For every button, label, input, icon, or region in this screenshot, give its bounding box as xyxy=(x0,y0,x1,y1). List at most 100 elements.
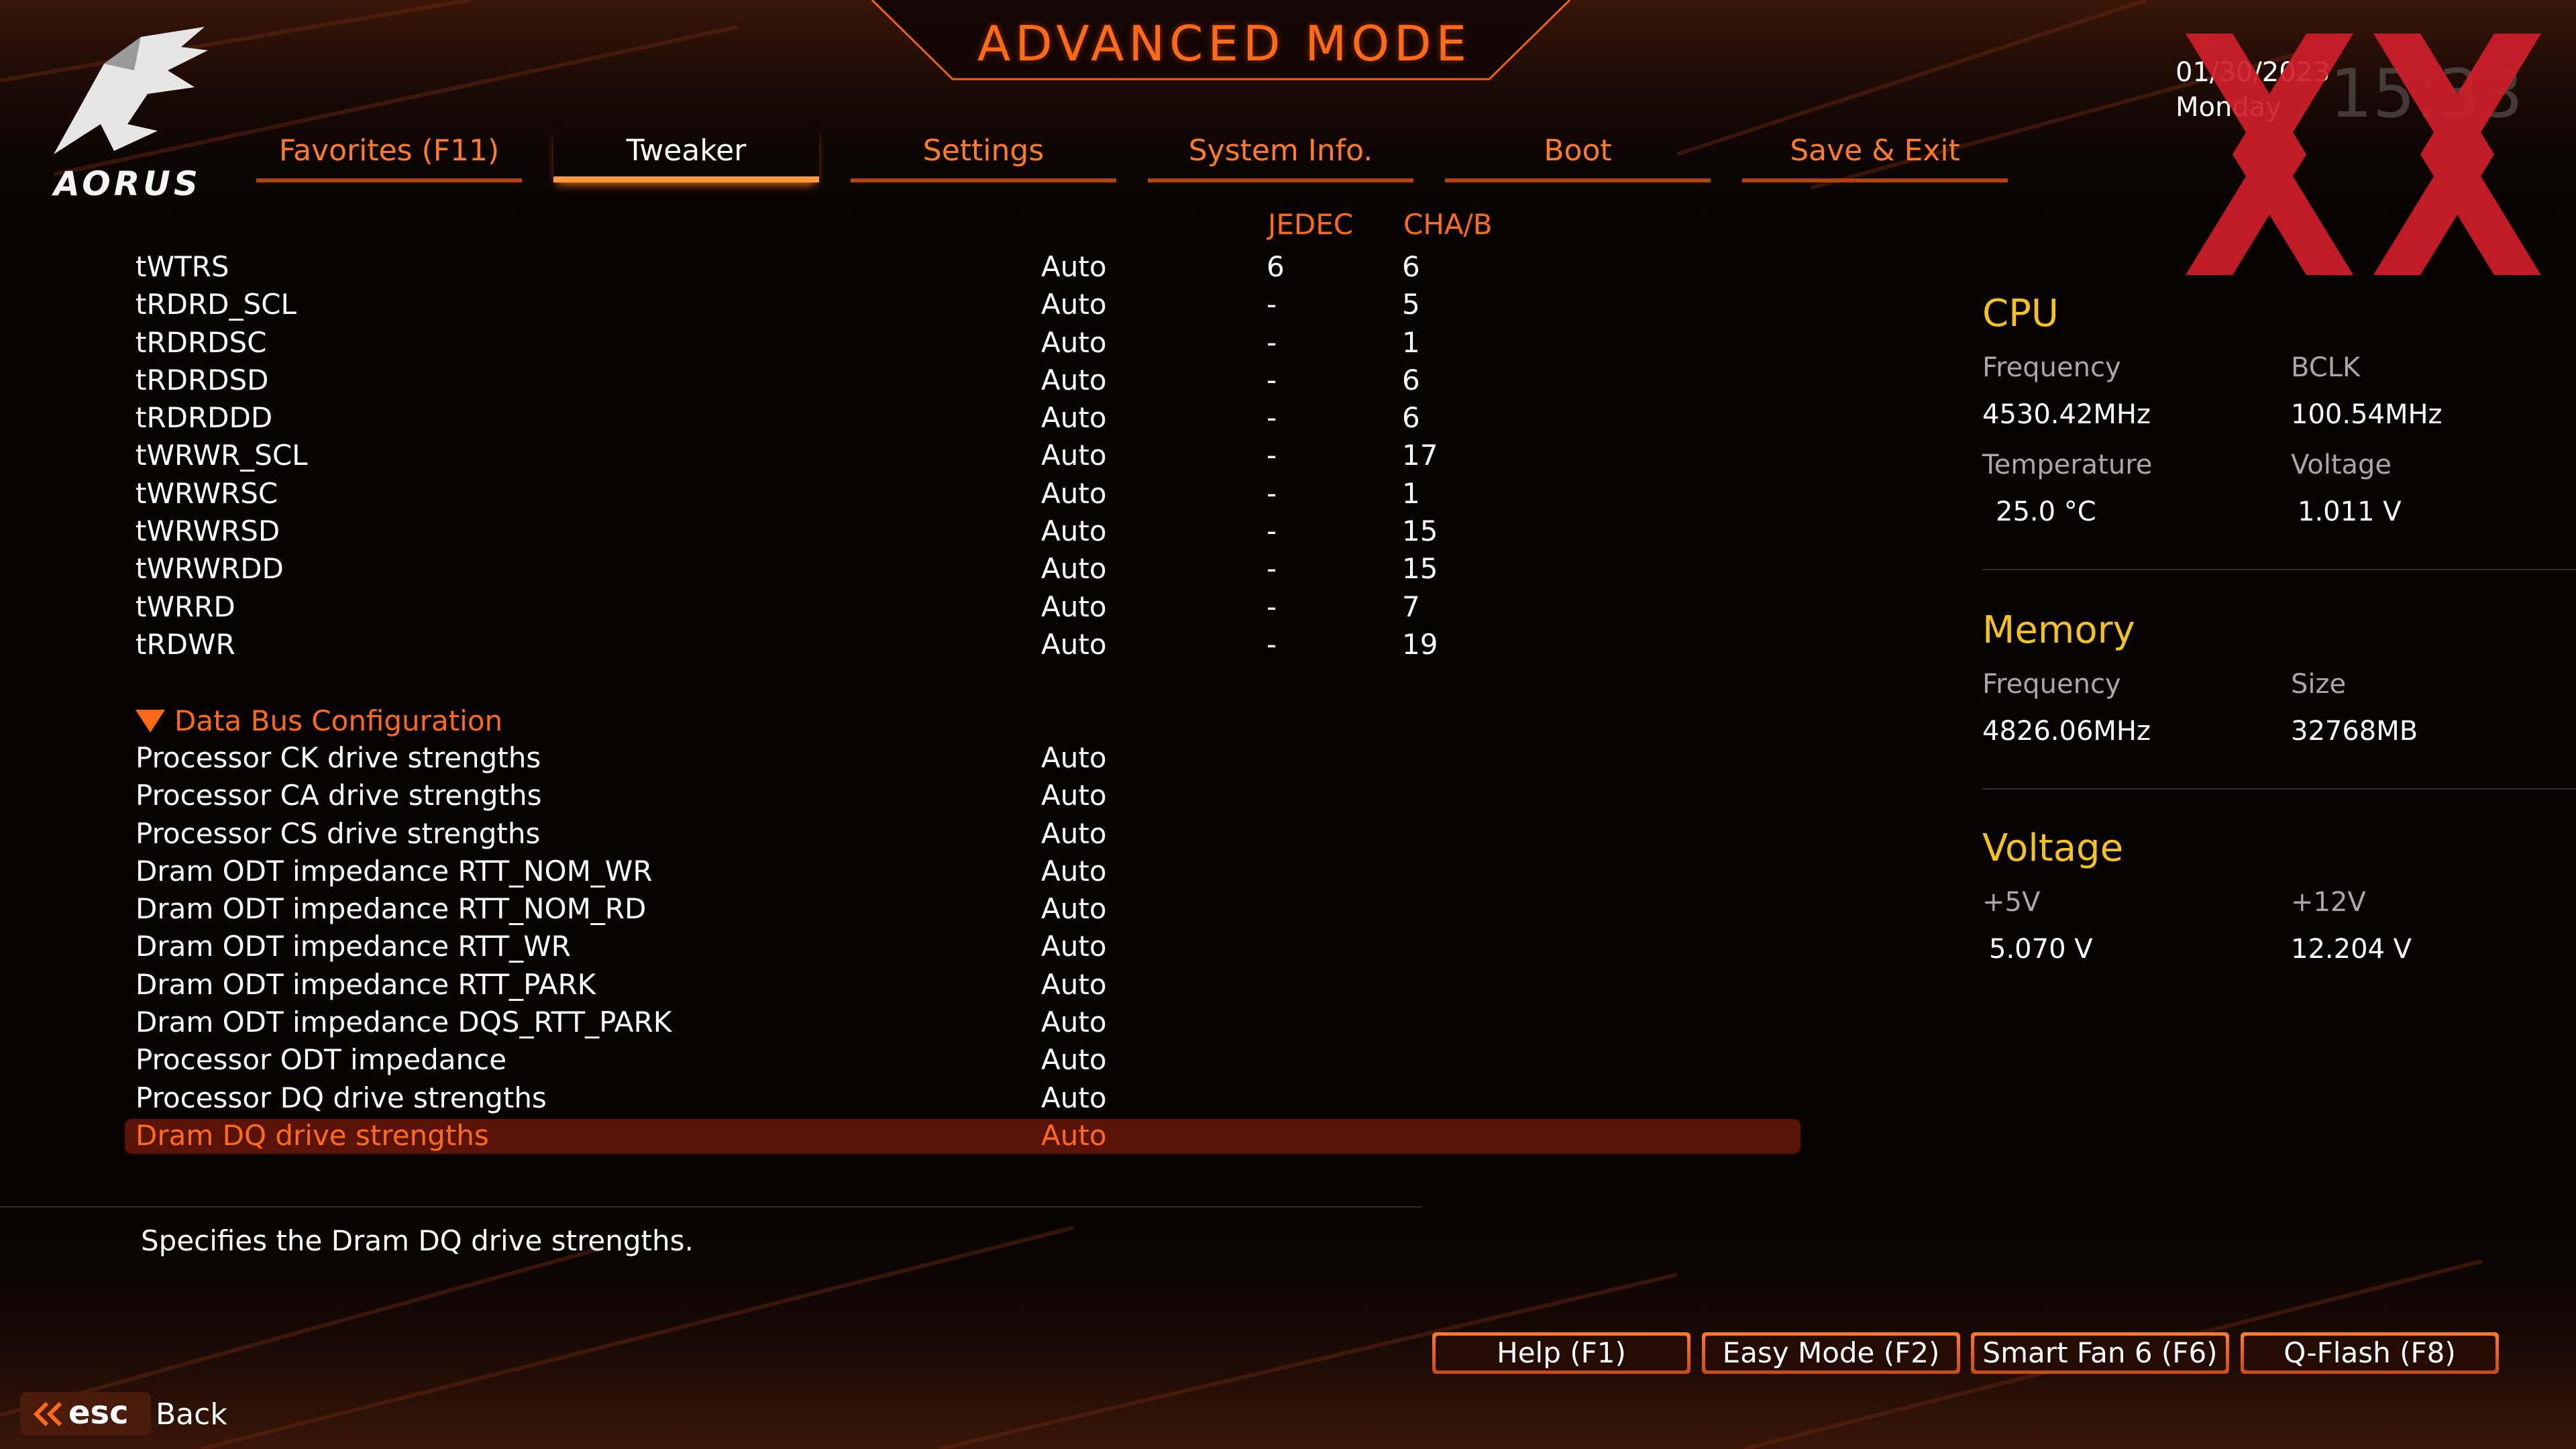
q-flash-button[interactable]: Q-Flash (F8) xyxy=(2241,1332,2499,1374)
smart-fan-button[interactable]: Smart Fan 6 (F6) xyxy=(1971,1332,2229,1374)
panel-divider xyxy=(1982,569,2576,570)
timing-row-twrwrsd[interactable]: tWRWRSD Auto - 15 xyxy=(0,513,1811,550)
timing-value[interactable]: Auto xyxy=(1041,513,1107,550)
aorus-logo: AORUS xyxy=(40,23,215,205)
timing-jedec: 6 xyxy=(1267,250,1285,283)
tab-settings[interactable]: Settings xyxy=(851,127,1116,182)
bus-item-name: Dram ODT impedance RTT_NOM_WR xyxy=(136,854,653,888)
timing-row-trdrdsc[interactable]: tRDRDSC Auto - 1 xyxy=(0,324,1811,362)
bus-item-value[interactable]: Auto xyxy=(1041,815,1107,853)
timing-row-trdrddd[interactable]: tRDRDDD Auto - 6 xyxy=(0,399,1811,437)
timing-jedec: - xyxy=(1267,439,1277,472)
bus-item-name: Processor CA drive strengths xyxy=(136,779,542,812)
memory-size-label: Size xyxy=(2291,669,2347,700)
watermark-xx-logo-icon xyxy=(2186,34,2541,275)
tab-bar: Favorites (F11) Tweaker Settings System … xyxy=(256,127,2014,184)
bus-item-name: Dram ODT impedance RTT_NOM_RD xyxy=(136,892,647,926)
bus-row-processor-ca[interactable]: Processor CA drive strengths Auto xyxy=(0,777,1811,814)
tab-save-exit[interactable]: Save & Exit xyxy=(1742,127,2008,182)
back-label[interactable]: Back xyxy=(156,1395,227,1435)
bus-item-value[interactable]: Auto xyxy=(1041,1117,1107,1155)
cpu-voltage-label: Voltage xyxy=(2291,449,2392,480)
bus-item-value[interactable]: Auto xyxy=(1041,1041,1107,1079)
smart-fan-button-label: Smart Fan 6 (F6) xyxy=(1974,1336,2226,1371)
help-divider xyxy=(0,1206,1422,1208)
timing-name: tWRRD xyxy=(136,590,235,623)
bus-row-processor-odt[interactable]: Processor ODT impedance Auto xyxy=(0,1041,1811,1079)
bus-row-rtt-nom-wr[interactable]: Dram ODT impedance RTT_NOM_WR Auto xyxy=(0,853,1811,890)
timing-value[interactable]: Auto xyxy=(1041,550,1107,588)
timing-value[interactable]: Auto xyxy=(1041,286,1107,323)
tab-tweaker[interactable]: Tweaker xyxy=(553,127,819,182)
timing-value[interactable]: Auto xyxy=(1041,324,1107,362)
bus-item-value[interactable]: Auto xyxy=(1041,1079,1107,1117)
timing-row-twrwr-scl[interactable]: tWRWR_SCL Auto - 17 xyxy=(0,437,1811,474)
bus-row-rtt-nom-rd[interactable]: Dram ODT impedance RTT_NOM_RD Auto xyxy=(0,890,1811,928)
timing-jedec: - xyxy=(1267,288,1277,321)
timing-value[interactable]: Auto xyxy=(1041,362,1107,399)
timing-cha-b: 5 xyxy=(1402,288,1420,321)
section-data-bus-configuration[interactable]: Data Bus Configuration xyxy=(136,701,502,741)
timing-jedec: - xyxy=(1267,476,1277,510)
timing-jedec: - xyxy=(1267,363,1277,396)
timing-value[interactable]: Auto xyxy=(1041,626,1107,663)
tab-favorites[interactable]: Favorites (F11) xyxy=(256,127,522,182)
timing-name: tRDRDDD xyxy=(136,401,273,435)
esc-button[interactable]: esc xyxy=(20,1392,151,1436)
voltage-5v-label: +5V xyxy=(1982,887,2041,918)
cpu-frequency-value: 4530.42MHz xyxy=(1982,399,2151,430)
bus-item-value[interactable]: Auto xyxy=(1041,853,1107,890)
tab-system-info[interactable]: System Info. xyxy=(1148,127,1413,182)
timing-value[interactable]: Auto xyxy=(1041,399,1107,437)
timing-cha-b: 1 xyxy=(1402,476,1420,510)
cpu-heading: CPU xyxy=(1982,292,2059,335)
bus-item-value[interactable]: Auto xyxy=(1041,890,1107,928)
tab-boot[interactable]: Boot xyxy=(1445,127,1711,182)
timing-cha-b: 1 xyxy=(1402,325,1420,359)
easy-mode-button[interactable]: Easy Mode (F2) xyxy=(1702,1332,1960,1374)
bus-row-dqs-rtt-park[interactable]: Dram ODT impedance DQS_RTT_PARK Auto xyxy=(0,1004,1811,1041)
timing-name: tWTRS xyxy=(136,250,229,283)
timing-row-twtrs[interactable]: tWTRS Auto 6 6 xyxy=(0,248,1811,286)
bus-item-value[interactable]: Auto xyxy=(1041,928,1107,965)
timing-jedec: - xyxy=(1267,552,1277,586)
collapse-triangle-icon xyxy=(136,709,165,733)
timing-value[interactable]: Auto xyxy=(1041,588,1107,626)
timing-jedec: - xyxy=(1267,627,1277,661)
bus-row-processor-dq[interactable]: Processor DQ drive strengths Auto xyxy=(0,1079,1811,1117)
section-label: Data Bus Configuration xyxy=(174,704,503,737)
bus-item-name: Processor CK drive strengths xyxy=(136,741,541,774)
bus-item-value[interactable]: Auto xyxy=(1041,1004,1107,1041)
timing-value[interactable]: Auto xyxy=(1041,248,1107,286)
timing-row-twrwrdd[interactable]: tWRWRDD Auto - 15 xyxy=(0,550,1811,588)
bus-item-value[interactable]: Auto xyxy=(1041,777,1107,814)
timing-jedec: - xyxy=(1267,590,1277,623)
esc-chevron-icon xyxy=(33,1401,62,1427)
timing-name: tRDRD_SCL xyxy=(136,288,297,321)
timing-row-trdrd-scl[interactable]: tRDRD_SCL Auto - 5 xyxy=(0,286,1811,323)
memory-frequency-value: 4826.06MHz xyxy=(1982,716,2151,747)
bus-row-dram-dq-selected[interactable]: Dram DQ drive strengths Auto xyxy=(0,1117,1811,1155)
bus-row-processor-ck[interactable]: Processor CK drive strengths Auto xyxy=(0,739,1811,777)
cpu-frequency-label: Frequency xyxy=(1982,352,2121,383)
timing-row-trdrdsd[interactable]: tRDRDSD Auto - 6 xyxy=(0,362,1811,399)
cpu-bclk-label: BCLK xyxy=(2291,352,2361,383)
timing-row-trdwr[interactable]: tRDWR Auto - 19 xyxy=(0,626,1811,663)
timing-cha-b: 17 xyxy=(1402,439,1438,472)
bus-row-processor-cs[interactable]: Processor CS drive strengths Auto xyxy=(0,815,1811,853)
bus-row-rtt-wr[interactable]: Dram ODT impedance RTT_WR Auto xyxy=(0,928,1811,965)
help-button[interactable]: Help (F1) xyxy=(1432,1332,1690,1374)
timing-row-twrrd[interactable]: tWRRD Auto - 7 xyxy=(0,588,1811,626)
help-text: Specifies the Dram DQ drive strengths. xyxy=(141,1224,694,1257)
timing-cha-b: 6 xyxy=(1402,401,1420,435)
bus-row-rtt-park[interactable]: Dram ODT impedance RTT_PARK Auto xyxy=(0,966,1811,1004)
timing-row-twrwrsc[interactable]: tWRWRSC Auto - 1 xyxy=(0,475,1811,513)
cpu-bclk-value: 100.54MHz xyxy=(2291,399,2443,430)
bus-item-value[interactable]: Auto xyxy=(1041,966,1107,1004)
aorus-eagle-logo-icon xyxy=(54,27,208,154)
bus-item-name: Dram ODT impedance RTT_PARK xyxy=(136,967,596,1001)
q-flash-button-label: Q-Flash (F8) xyxy=(2244,1336,2496,1371)
bus-item-value[interactable]: Auto xyxy=(1041,739,1107,777)
timing-value[interactable]: Auto xyxy=(1041,475,1107,513)
timing-value[interactable]: Auto xyxy=(1041,437,1107,474)
